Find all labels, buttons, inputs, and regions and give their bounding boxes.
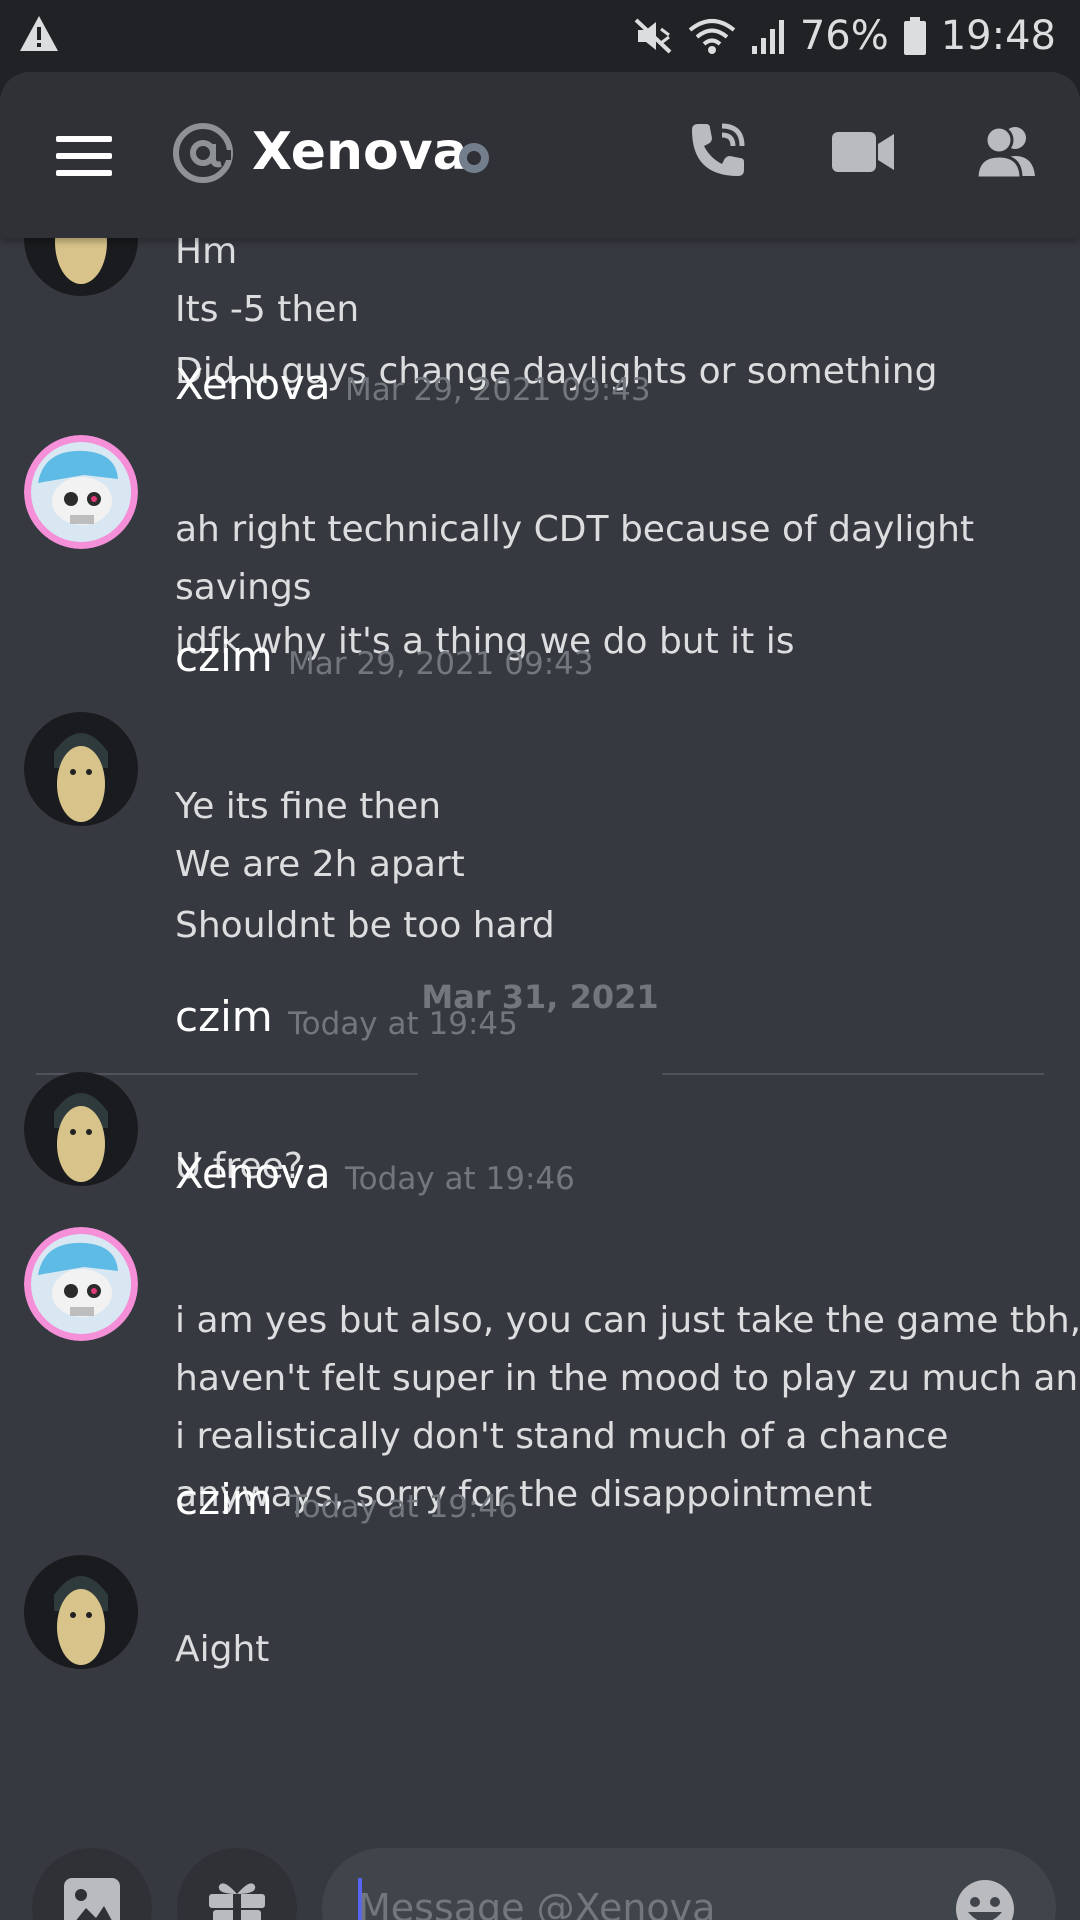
clock: 19:48 [940,13,1056,59]
signal-icon [750,16,786,56]
divider-line [662,1073,1044,1075]
message-input[interactable] [358,1874,938,1920]
message-composer [0,1752,1080,1920]
message-line: anyways, sorry for the disappointment [175,1474,873,1515]
message-timestamp: Today at 19:45 [288,1006,518,1042]
warning-icon [18,14,60,58]
message-author[interactable]: czim [175,992,273,1042]
message-author[interactable]: czim [175,1475,273,1525]
video-call-icon[interactable] [832,130,894,178]
message-timestamp: Today at 19:46 [288,1489,518,1525]
emoji-icon[interactable] [954,1878,1016,1920]
message-line: haven't felt super in the mood to play z… [175,1358,1080,1399]
battery-icon [903,16,927,56]
message-line: i am yes but also, you can just take the… [175,1300,1080,1341]
avatar[interactable] [24,1072,138,1186]
battery-percent: 76% [799,13,889,59]
status-bar: 76% 19:48 [0,0,1080,72]
message-line: savings [175,567,312,608]
message-list[interactable]: Hm Its -5 then Did u guys change dayligh… [0,72,1080,1752]
message-line: Ye its fine then [175,786,442,827]
avatar[interactable] [24,1227,138,1341]
message-timestamp: Mar 29, 2021 09:43 [288,646,594,682]
member-list-icon[interactable] [975,124,1039,184]
gift-icon [207,1876,267,1920]
message-line: Its -5 then [175,289,360,330]
avatar[interactable] [24,712,138,826]
app-window: Hm Its -5 then Did u guys change dayligh… [0,72,1080,1920]
channel-title: Xenova [252,122,468,182]
message-timestamp: Mar 29, 2021 09:43 [345,372,651,408]
at-sign-icon [172,122,234,188]
attach-image-button[interactable] [32,1848,152,1920]
message-line: Shouldnt be too hard [175,905,555,946]
hamburger-menu-icon[interactable] [56,136,112,180]
offline-status-icon [456,140,492,180]
wifi-icon [688,16,736,56]
message-line: We are 2h apart [175,844,465,885]
message-line: Aight [175,1629,270,1670]
mute-icon [634,16,674,56]
avatar[interactable] [24,435,138,549]
message-line: ah right technically CDT because of dayl… [175,509,975,550]
message-author[interactable]: Xenova [175,360,331,410]
message-input-container [322,1848,1056,1920]
voice-call-icon[interactable] [686,120,748,186]
message-timestamp: Today at 19:46 [345,1161,575,1197]
image-icon [62,1876,122,1920]
avatar[interactable] [24,1555,138,1669]
message-author[interactable]: czim [175,632,273,682]
channel-header: Xenova [0,72,1080,238]
gift-button[interactable] [177,1848,297,1920]
message-author[interactable]: Xenova [175,1149,331,1199]
message-line: i realistically don't stand much of a ch… [175,1416,949,1457]
